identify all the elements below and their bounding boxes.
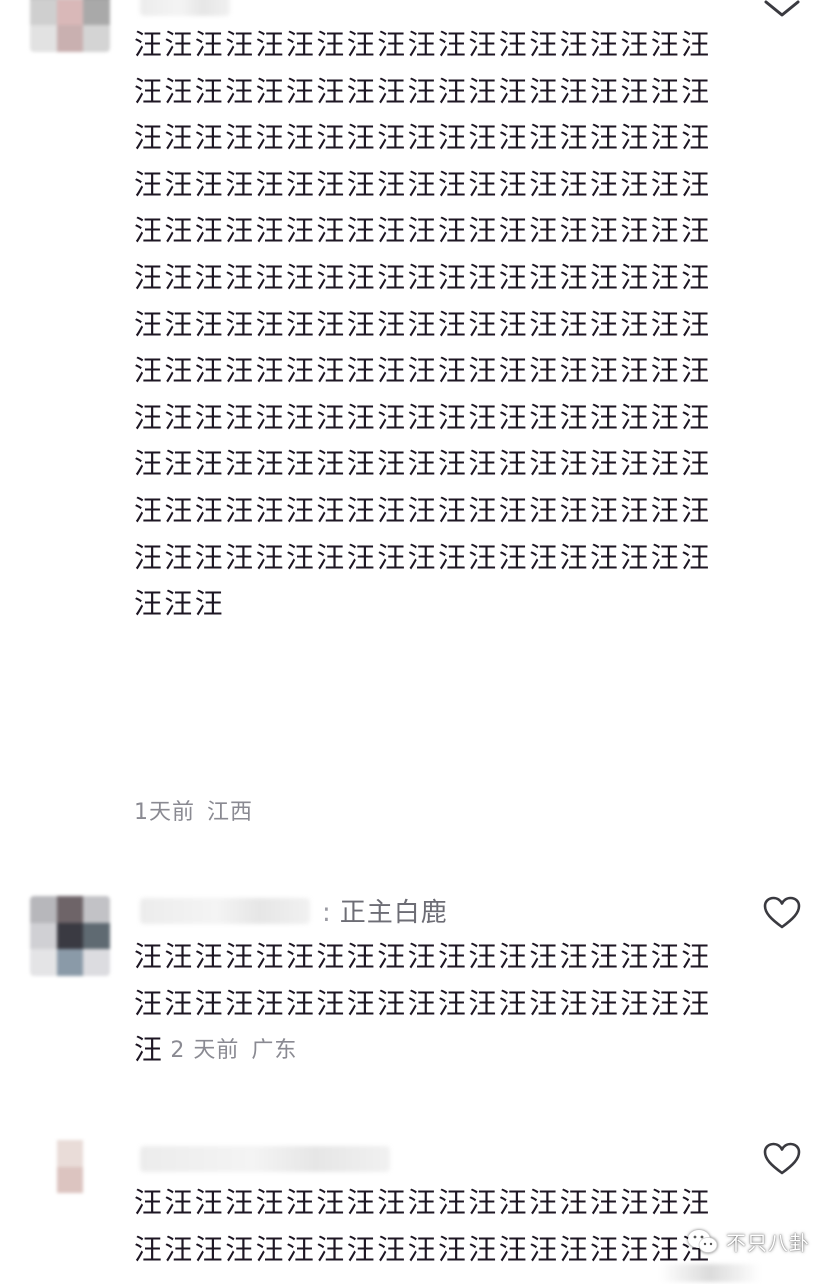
wechat-icon	[688, 1229, 718, 1253]
heart-outline-icon[interactable]	[763, 1142, 801, 1176]
avatar[interactable]	[30, 896, 110, 976]
comment-text: 汪汪汪汪汪汪汪汪汪汪汪汪汪汪汪汪汪汪汪汪汪汪汪汪汪汪汪汪汪汪汪汪汪汪汪汪汪汪汪 2…	[134, 934, 724, 1077]
reply-to-label: : 正主白鹿	[322, 898, 448, 928]
avatar[interactable]	[30, 1140, 110, 1220]
comment-text: 汪汪汪汪汪汪汪汪汪汪汪汪汪汪汪汪汪汪汪汪汪汪汪汪汪汪汪汪汪汪汪汪汪汪汪汪汪汪	[134, 1186, 712, 1266]
comment-meta: 1天前 江西	[134, 794, 253, 826]
avatar[interactable]	[30, 0, 110, 52]
comment-item: 汪汪汪汪汪汪汪汪汪汪汪汪汪汪汪汪汪汪汪汪汪汪汪汪汪汪汪汪汪汪汪汪汪汪汪汪汪汪汪汪…	[0, 0, 830, 860]
comment-text: 汪汪汪汪汪汪汪汪汪汪汪汪汪汪汪汪汪汪汪汪汪汪汪汪汪汪汪汪汪汪汪汪汪汪汪汪汪汪汪汪…	[134, 28, 712, 621]
username[interactable]	[140, 1146, 390, 1172]
watermark-label: 不只八卦	[726, 1231, 810, 1255]
comment-location: 广东	[251, 1038, 298, 1064]
username[interactable]	[140, 0, 230, 16]
comment-location: 江西	[207, 800, 254, 825]
comment-time: 2 天前	[170, 1038, 240, 1064]
heart-outline-icon[interactable]	[763, 896, 801, 930]
reply-to-name[interactable]: 正主白鹿	[340, 898, 448, 928]
watermark: 不只八卦	[686, 1227, 810, 1256]
comment-time: 1天前	[134, 800, 195, 825]
watermark-blur	[660, 1264, 760, 1282]
username[interactable]	[140, 898, 310, 924]
comment-meta: 2 天前 广东	[170, 1038, 297, 1063]
